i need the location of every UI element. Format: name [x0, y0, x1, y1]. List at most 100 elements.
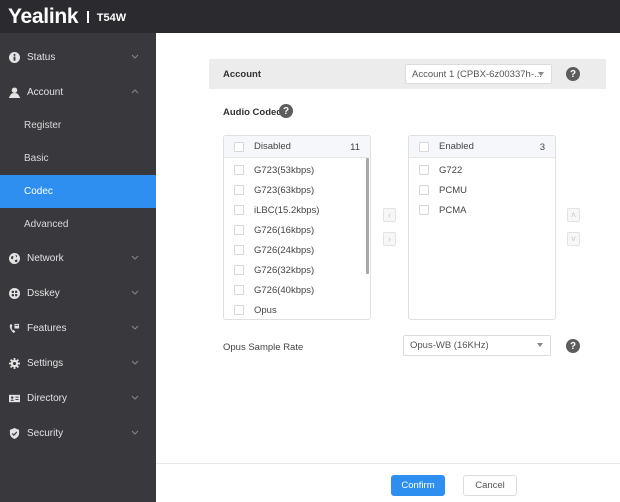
codec-list-item[interactable]: G726(40kbps): [224, 280, 370, 300]
account-label: Account: [223, 69, 261, 80]
codec-name: G723(63kbps): [254, 184, 315, 196]
codec-checkbox[interactable]: [419, 205, 429, 215]
move-to-disabled-button[interactable]: ‹: [383, 208, 396, 222]
brand-logo: Yealink: [8, 4, 79, 28]
codec-checkbox[interactable]: [234, 245, 244, 255]
codec-name: PCMU: [439, 184, 467, 196]
sidebar-subitem-basic[interactable]: Basic: [0, 142, 156, 175]
cancel-button[interactable]: Cancel: [463, 475, 517, 496]
chevron-left-icon: ‹: [388, 210, 391, 220]
audio-codec-title: Audio Codec: [223, 107, 282, 118]
codec-checkbox[interactable]: [234, 225, 244, 235]
top-header: Yealink T54W: [0, 0, 620, 33]
enabled-list-rows: G722 PCMU PCMA: [409, 158, 555, 220]
codec-checkbox[interactable]: [234, 285, 244, 295]
codec-checkbox[interactable]: [234, 205, 244, 215]
grid-icon: [8, 288, 20, 300]
move-to-enabled-button[interactable]: ›: [383, 232, 396, 246]
sidebar-item-network[interactable]: Network: [0, 242, 156, 275]
account-select[interactable]: Account 1 (CPBX-6z00337h-...: [405, 64, 552, 84]
codec-checkbox[interactable]: [234, 185, 244, 195]
model-name: T54W: [96, 11, 127, 24]
chevron-down-icon: [130, 51, 140, 61]
enabled-codec-list: Enabled 3 G722 PCMU PCMA: [408, 135, 556, 320]
codec-checkbox[interactable]: [234, 305, 244, 315]
confirm-button[interactable]: Confirm: [391, 475, 445, 496]
sidebar-item-status[interactable]: Status: [0, 41, 156, 74]
info-icon: [8, 52, 20, 64]
sidebar-item-label: Security: [27, 428, 64, 439]
audio-codec-help-icon[interactable]: ?: [279, 104, 293, 118]
codec-list-item[interactable]: G726(32kbps): [224, 260, 370, 280]
sidebar-item-label: Account: [27, 87, 64, 98]
enabled-list-title: Enabled: [439, 141, 474, 152]
user-icon: [8, 87, 20, 99]
codec-list-item[interactable]: G723(63kbps): [224, 180, 370, 200]
sidebar: Status Account Register Basic Codec Adva…: [0, 33, 156, 502]
select-all-disabled-checkbox[interactable]: [234, 141, 244, 152]
codec-list-item[interactable]: G723(53kbps): [224, 160, 370, 180]
logo-divider: [87, 10, 89, 23]
sidebar-item-directory[interactable]: Directory: [0, 382, 156, 415]
codec-checkbox[interactable]: [419, 165, 429, 175]
codec-name: G726(24kbps): [254, 244, 315, 256]
enabled-list-header: Enabled 3: [409, 136, 555, 158]
chevron-down-icon: [130, 252, 140, 262]
move-down-button[interactable]: ˅: [567, 232, 580, 246]
sidebar-item-features[interactable]: Features: [0, 312, 156, 345]
gear-icon: [8, 358, 20, 370]
codec-name: iLBC(15.2kbps): [254, 204, 320, 216]
account-select-value: Account 1 (CPBX-6z00337h-...: [412, 68, 542, 80]
codec-name: G726(32kbps): [254, 264, 315, 276]
sidebar-item-account[interactable]: Account: [0, 76, 156, 109]
disabled-list-title: Disabled: [254, 141, 291, 152]
codec-name: G726(40kbps): [254, 284, 315, 296]
codec-list-item[interactable]: iLBC(15.2kbps): [224, 200, 370, 220]
sidebar-item-label: Dsskey: [27, 288, 60, 299]
disabled-list-scrollbar[interactable]: [366, 158, 369, 274]
codec-checkbox[interactable]: [234, 165, 244, 175]
codec-name: Opus: [254, 304, 277, 316]
globe-icon: [8, 253, 20, 265]
codec-list-item[interactable]: PCMA: [409, 200, 555, 220]
sidebar-item-label: Directory: [27, 393, 68, 404]
disabled-codec-list: Disabled 11 G723(53kbps) G723(63kbps) iLBC…: [223, 135, 371, 320]
disabled-count: 11: [350, 142, 360, 153]
codec-list-item[interactable]: Opus: [224, 300, 370, 319]
contact-card-icon: [8, 393, 20, 405]
sidebar-item-label: Features: [27, 323, 67, 334]
sidebar-subitem-codec[interactable]: Codec: [0, 175, 156, 208]
codec-list-item[interactable]: G726(16kbps): [224, 220, 370, 240]
move-up-button[interactable]: ˄: [567, 208, 580, 222]
sidebar-subitem-advanced[interactable]: Advanced: [0, 208, 156, 241]
phone-icon: [8, 323, 20, 335]
sidebar-item-label: Network: [27, 253, 64, 264]
codec-name: G726(16kbps): [254, 224, 315, 236]
sidebar-item-security[interactable]: Security: [0, 417, 156, 450]
sidebar-subitem-register[interactable]: Register: [0, 109, 156, 142]
shield-icon: [8, 428, 20, 440]
codec-list-item[interactable]: G726(24kbps): [224, 240, 370, 260]
sidebar-item-dsskey[interactable]: Dsskey: [0, 277, 156, 310]
codec-checkbox[interactable]: [234, 265, 244, 275]
footer-divider: [156, 463, 620, 464]
account-help-icon[interactable]: ?: [566, 67, 580, 81]
disabled-list-header: Disabled 11: [224, 136, 370, 158]
sidebar-item-label: Settings: [27, 358, 64, 369]
codec-list-item[interactable]: PCMU: [409, 180, 555, 200]
chevron-down-icon: [130, 392, 140, 402]
caret-down-icon: [537, 343, 543, 347]
sidebar-item-settings[interactable]: Settings: [0, 347, 156, 380]
opus-sample-rate-label: Opus Sample Rate: [223, 342, 304, 353]
codec-name: G722: [439, 164, 463, 176]
sidebar-item-label: Status: [27, 52, 56, 63]
codec-list-item[interactable]: G722: [409, 160, 555, 180]
caret-down-icon: [538, 72, 544, 76]
opus-help-icon[interactable]: ?: [566, 339, 580, 353]
opus-sample-rate-select[interactable]: Opus-WB (16KHz): [403, 335, 551, 356]
account-row: Account Account 1 (CPBX-6z00337h-... ?: [209, 59, 606, 89]
select-all-enabled-checkbox[interactable]: [419, 141, 429, 152]
codec-checkbox[interactable]: [419, 185, 429, 195]
chevron-down-icon: ˅: [570, 234, 577, 244]
chevron-down-icon: [130, 427, 140, 437]
